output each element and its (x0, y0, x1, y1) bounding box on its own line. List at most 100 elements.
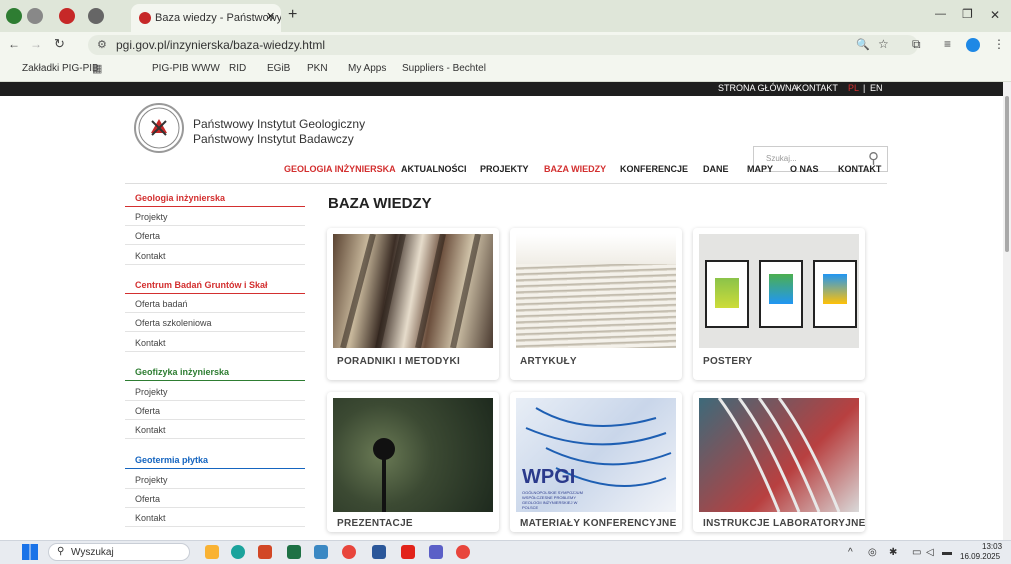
edge-icon[interactable] (231, 545, 245, 559)
url-field[interactable]: ⚙ pgi.gov.pl/inzynierska/baza-wiedzy.htm… (88, 35, 918, 55)
clock-time[interactable]: 13:03 (982, 542, 1002, 551)
nav-konferencje[interactable]: KONFERENCJE (620, 164, 688, 174)
sidebar-item[interactable]: Kontakt (135, 513, 166, 523)
taskbar-search[interactable]: ⚲ Wyszukaj (48, 543, 190, 561)
sidebar-heading[interactable]: Geologia inżynierska (135, 193, 225, 203)
institute-logo[interactable] (134, 103, 184, 153)
divider (125, 312, 305, 313)
nav-dane[interactable]: DANE (703, 164, 729, 174)
lang-en[interactable]: EN (870, 83, 883, 93)
sidebar-heading[interactable]: Geotermia płytka (135, 455, 208, 465)
wifi-icon[interactable]: ▭ (912, 547, 921, 558)
sidebar-underline (125, 468, 305, 469)
sidebar-item[interactable]: Projekty (135, 387, 168, 397)
sidebar-item[interactable]: Kontakt (135, 425, 166, 435)
top-link-contact[interactable]: KONTAKT (796, 83, 838, 93)
network-icon[interactable]: ◎ (868, 547, 877, 558)
top-link-home[interactable]: STRONA GŁÓWNA (718, 83, 798, 93)
forward-arrow-icon[interactable]: → (30, 37, 42, 51)
posters-image (699, 234, 859, 348)
media-icon[interactable]: ≡ (944, 37, 951, 51)
nav-aktualnosci[interactable]: AKTUALNOŚCI (401, 164, 467, 174)
pinned-tab-icon[interactable] (59, 8, 75, 24)
card-label[interactable]: PORADNIKI I METODYKI (337, 356, 460, 367)
nav-kontakt[interactable]: KONTAKT (838, 164, 881, 174)
file-explorer-icon[interactable] (205, 545, 219, 559)
sidebar-item[interactable]: Projekty (135, 212, 168, 222)
card-label[interactable]: MATERIAŁY KONFERENCYJNE (520, 518, 677, 529)
nav-o-nas[interactable]: O NAS (790, 164, 819, 174)
nav-baza-wiedzy[interactable]: BAZA WIEDZY (544, 164, 606, 174)
card-postery[interactable]: POSTERY (693, 228, 865, 380)
card-label[interactable]: INSTRUKCJE LABORATORYJNE (703, 518, 865, 529)
card-poradniki[interactable]: PORADNIKI I METODYKI (327, 228, 499, 380)
excel-icon[interactable] (287, 545, 301, 559)
site-info-icon[interactable]: ⚙ (97, 38, 107, 51)
sidebar-heading[interactable]: Centrum Badań Gruntów i Skał (135, 280, 268, 290)
profile-avatar[interactable] (966, 38, 980, 52)
back-arrow-icon[interactable]: ← (8, 37, 20, 51)
card-instrukcje[interactable]: INSTRUKCJE LABORATORYJNE (693, 392, 865, 532)
powerpoint-icon[interactable] (258, 545, 272, 559)
page-title: BAZA WIEDZY (328, 195, 432, 212)
store-icon[interactable] (314, 545, 328, 559)
card-label[interactable]: PREZENTACJE (337, 518, 413, 529)
nav-projekty[interactable]: PROJEKTY (480, 164, 529, 174)
card-materialy[interactable]: WPGI OGÓLNOPOLSKIE SYMPOZJUM WSPÓŁCZESNE… (510, 392, 682, 532)
bookmark-item[interactable]: My Apps (348, 63, 386, 74)
sidebar-item[interactable]: Oferta badań (135, 299, 188, 309)
volume-icon[interactable]: ◁ (926, 547, 934, 558)
card-label[interactable]: ARTYKUŁY (520, 356, 577, 367)
reload-icon[interactable]: ↻ (54, 36, 65, 52)
sidebar-item[interactable]: Projekty (135, 475, 168, 485)
zoom-icon[interactable]: 🔍 (856, 38, 870, 51)
acrobat-icon[interactable] (401, 545, 415, 559)
sidebar-item[interactable]: Oferta (135, 494, 160, 504)
sidebar-item[interactable]: Oferta (135, 231, 160, 241)
battery-icon[interactable]: ▬ (942, 547, 952, 558)
chrome-icon[interactable] (27, 8, 43, 24)
maximize-button[interactable]: ❐ (962, 7, 973, 21)
word-icon[interactable] (372, 545, 386, 559)
minimize-button[interactable]: — (935, 8, 946, 20)
sidebar-item[interactable]: Oferta (135, 406, 160, 416)
chrome-icon[interactable] (88, 8, 104, 24)
windows-start-icon[interactable] (22, 544, 38, 560)
tab-close-icon[interactable]: ✕ (266, 10, 275, 23)
extensions-icon[interactable]: ⧉ (912, 37, 921, 52)
chrome-icon[interactable] (342, 545, 356, 559)
divider (125, 438, 305, 439)
chevron-up-icon[interactable]: ^ (848, 547, 853, 558)
close-window-button[interactable]: ✕ (990, 8, 1000, 22)
divider (125, 331, 305, 332)
books-image (333, 234, 493, 348)
sidebar-item[interactable]: Oferta szkoleniowa (135, 318, 212, 328)
active-tab[interactable]: Baza wiedzy - Państwowy Insty (131, 4, 281, 32)
nav-geologia[interactable]: GEOLOGIA INŻYNIERSKA (284, 164, 396, 174)
lang-pl[interactable]: PL (848, 83, 859, 93)
scrollbar-thumb[interactable] (1005, 96, 1009, 252)
teams-icon[interactable] (429, 545, 443, 559)
bookmark-item[interactable]: Zakładki PIG-PIB (22, 63, 99, 74)
clock-date[interactable]: 16.09.2025 (960, 552, 1000, 561)
bookmark-item[interactable]: Suppliers - Bechtel (402, 63, 486, 74)
nav-mapy[interactable]: MAPY (747, 164, 773, 174)
bookmark-item[interactable]: PIG-PIB WWW (152, 63, 220, 74)
nav-divider (125, 183, 887, 184)
bluetooth-icon[interactable]: ✱ (889, 547, 897, 558)
tab-search-icon[interactable] (6, 8, 22, 24)
bookmark-item[interactable]: EGiB (267, 63, 290, 74)
menu-kebab-icon[interactable]: ⋮ (993, 37, 1005, 51)
sidebar-item[interactable]: Kontakt (135, 338, 166, 348)
bookmark-star-icon[interactable]: ☆ (878, 37, 889, 51)
new-tab-button[interactable]: + (288, 6, 297, 24)
sidebar-heading[interactable]: Geofizyka inżynierska (135, 367, 229, 377)
card-artykuly[interactable]: ARTYKUŁY (510, 228, 682, 380)
notification-app-icon[interactable] (456, 545, 470, 559)
apps-grid-icon[interactable]: ▦ (92, 62, 102, 75)
sidebar-item[interactable]: Kontakt (135, 251, 166, 261)
bookmark-item[interactable]: RID (229, 63, 246, 74)
card-label[interactable]: POSTERY (703, 356, 753, 367)
card-prezentacje[interactable]: PREZENTACJE (327, 392, 499, 532)
bookmark-item[interactable]: PKN (307, 63, 328, 74)
